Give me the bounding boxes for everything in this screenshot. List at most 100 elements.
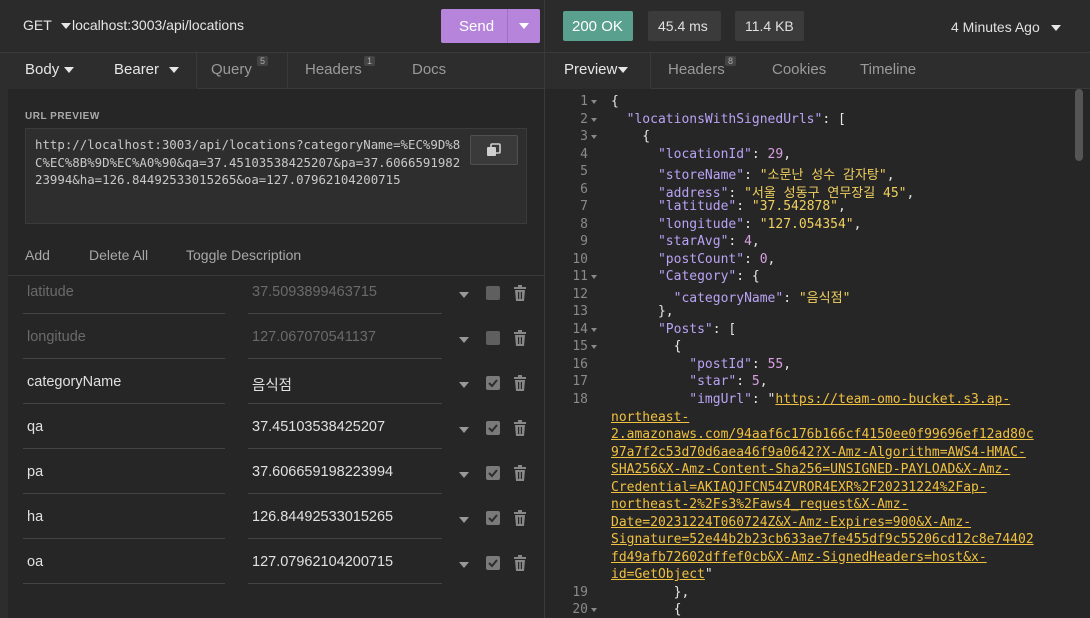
- json-key: "postId": [689, 357, 752, 372]
- img-url-link[interactable]: fd49afb72602dffef0cb&X-Amz-SignedHeaders…: [611, 550, 987, 565]
- img-url-link[interactable]: Date=20231224T060724Z&X-Amz-Expires=900&…: [611, 515, 971, 530]
- trash-icon[interactable]: [513, 510, 527, 529]
- line-number: 3: [557, 129, 597, 144]
- img-url-link[interactable]: Signature=52e44b2b23cb633ae7fe455df9c552…: [611, 532, 1034, 547]
- param-options-icon[interactable]: [459, 337, 469, 343]
- param-name-input[interactable]: ha: [27, 509, 223, 525]
- param-options-icon[interactable]: [459, 472, 469, 478]
- chevron-down-icon: [1050, 25, 1061, 32]
- json-value: 4: [744, 234, 752, 249]
- status-badge: 200 OK: [563, 11, 633, 41]
- fold-toggle-icon[interactable]: [591, 274, 597, 279]
- fold-toggle-icon[interactable]: [591, 99, 597, 104]
- tab-body[interactable]: Body: [8, 52, 96, 88]
- param-name-input[interactable]: qa: [27, 419, 223, 435]
- img-url-link[interactable]: SHA256&X-Amz-Content-Sha256=UNSIGNED-PAY…: [611, 462, 1010, 477]
- code-line: "postCount": 0,: [657, 252, 776, 267]
- img-url-link[interactable]: northeast-2%2Fs3%2Faws4_request&X-Amz-: [611, 497, 908, 512]
- param-options-icon[interactable]: [459, 292, 469, 298]
- url-preview-label: URL PREVIEW: [25, 111, 100, 122]
- tab-label: Preview: [564, 61, 618, 78]
- fold-toggle-icon[interactable]: [591, 134, 597, 139]
- add-button[interactable]: Add: [25, 247, 50, 263]
- param-options-icon[interactable]: [459, 517, 469, 523]
- tab-query[interactable]: Query 5: [197, 52, 287, 88]
- json-value: 29: [767, 147, 784, 162]
- code-line: SHA256&X-Amz-Content-Sha256=UNSIGNED-PAY…: [611, 462, 1010, 477]
- fold-toggle-icon[interactable]: [591, 607, 597, 612]
- param-name-input[interactable]: latitude: [27, 284, 223, 300]
- send-label: Send: [459, 18, 495, 35]
- line-number: 9: [580, 234, 588, 249]
- img-url-link[interactable]: 97a7f2c53d70d6aea46f9a0642?X-Amz-Algorit…: [611, 445, 1026, 460]
- param-name-input[interactable]: categoryName: [27, 374, 223, 390]
- json-key: "imgUrl": [689, 392, 752, 407]
- query-param-row: longitude 127.067070541137: [8, 318, 544, 363]
- param-value-input[interactable]: 127.07962104200715: [252, 554, 442, 570]
- param-enable-checkbox[interactable]: [486, 421, 500, 435]
- param-value-input[interactable]: 37.45103538425207: [252, 419, 442, 435]
- tab-bearer[interactable]: Bearer: [96, 52, 196, 88]
- param-name-input[interactable]: oa: [27, 554, 223, 570]
- tab-timeline[interactable]: Timeline: [841, 52, 941, 88]
- param-name-input[interactable]: longitude: [27, 329, 223, 345]
- fold-toggle-icon[interactable]: [591, 117, 597, 122]
- trash-icon[interactable]: [513, 555, 527, 574]
- param-enable-checkbox[interactable]: [486, 286, 500, 300]
- response-viewer[interactable]: 1 2 3 4 5 6 7 8 9 10 11 12 13 14 15 16 17 18 19 20 { "locat…: [545, 89, 1090, 618]
- param-options-icon[interactable]: [459, 562, 469, 568]
- send-button[interactable]: Send: [441, 9, 540, 43]
- method-selector[interactable]: GET: [23, 17, 72, 33]
- img-url-link[interactable]: Credential=AKIAQJFCN54ZVROR4EXR%2F202312…: [611, 480, 987, 495]
- tab-headers[interactable]: Headers 1: [288, 52, 393, 88]
- fold-toggle-icon[interactable]: [591, 344, 597, 349]
- param-enable-checkbox[interactable]: [486, 331, 500, 345]
- line-number: 18: [572, 392, 588, 407]
- json-value: "127.054354": [759, 217, 854, 232]
- code-line: 97a7f2c53d70d6aea46f9a0642?X-Amz-Algorit…: [611, 445, 1026, 460]
- url-input[interactable]: localhost:3003/api/locations: [72, 17, 244, 33]
- img-url-link[interactable]: northeast-: [611, 410, 689, 425]
- tab-preview[interactable]: Preview: [545, 52, 650, 88]
- trash-icon[interactable]: [513, 375, 527, 394]
- param-options-icon[interactable]: [459, 382, 469, 388]
- line-number: 17: [572, 374, 588, 389]
- tab-docs[interactable]: Docs: [393, 52, 473, 88]
- param-options-icon[interactable]: [459, 427, 469, 433]
- trash-icon[interactable]: [513, 465, 527, 484]
- line-number: 11: [557, 269, 597, 284]
- toggle-description-button[interactable]: Toggle Description: [186, 247, 301, 263]
- param-enable-checkbox[interactable]: [486, 376, 500, 390]
- param-value-input[interactable]: 127.067070541137: [252, 329, 442, 345]
- history-dropdown[interactable]: 4 Minutes Ago: [951, 19, 1061, 35]
- copy-button[interactable]: [470, 135, 518, 165]
- scrollbar[interactable]: [1075, 89, 1083, 161]
- img-url-link[interactable]: id=GetObject: [611, 567, 705, 582]
- send-dropdown-icon[interactable]: [519, 23, 529, 29]
- tab-response-headers[interactable]: Headers 8: [651, 52, 751, 88]
- param-value-input[interactable]: 126.84492533015265: [252, 509, 442, 525]
- param-enable-checkbox[interactable]: [486, 466, 500, 480]
- param-name-input[interactable]: pa: [27, 464, 223, 480]
- line-number: 13: [572, 304, 588, 319]
- fold-toggle-icon[interactable]: [591, 327, 597, 332]
- img-url-link[interactable]: 2.amazonaws.com/94aaf6c176b166cf4150ee0f…: [611, 427, 1034, 442]
- param-enable-checkbox[interactable]: [486, 511, 500, 525]
- query-param-row: ha 126.84492533015265: [8, 498, 544, 543]
- param-value-input[interactable]: 37.5093899463715: [252, 284, 442, 300]
- trash-icon[interactable]: [513, 285, 527, 304]
- tab-label: Bearer: [114, 61, 160, 78]
- code-line: "locationsWithSignedUrls": [: [626, 112, 846, 127]
- trash-icon[interactable]: [513, 330, 527, 349]
- url-preview-text: http://localhost:3003/api/locations?cate…: [35, 137, 461, 187]
- code-line: },: [611, 585, 690, 600]
- line-number: 2: [557, 112, 597, 127]
- tab-cookies[interactable]: Cookies: [751, 52, 841, 88]
- param-enable-checkbox[interactable]: [486, 556, 500, 570]
- query-param-row: latitude 37.5093899463715: [8, 273, 544, 318]
- img-url-link[interactable]: https://team-omo-bucket.s3.ap-: [775, 392, 1010, 407]
- delete-all-button[interactable]: Delete All: [89, 247, 148, 263]
- param-value-input[interactable]: 음식점: [252, 374, 442, 395]
- param-value-input[interactable]: 37.606659198223994: [252, 464, 442, 480]
- trash-icon[interactable]: [513, 420, 527, 439]
